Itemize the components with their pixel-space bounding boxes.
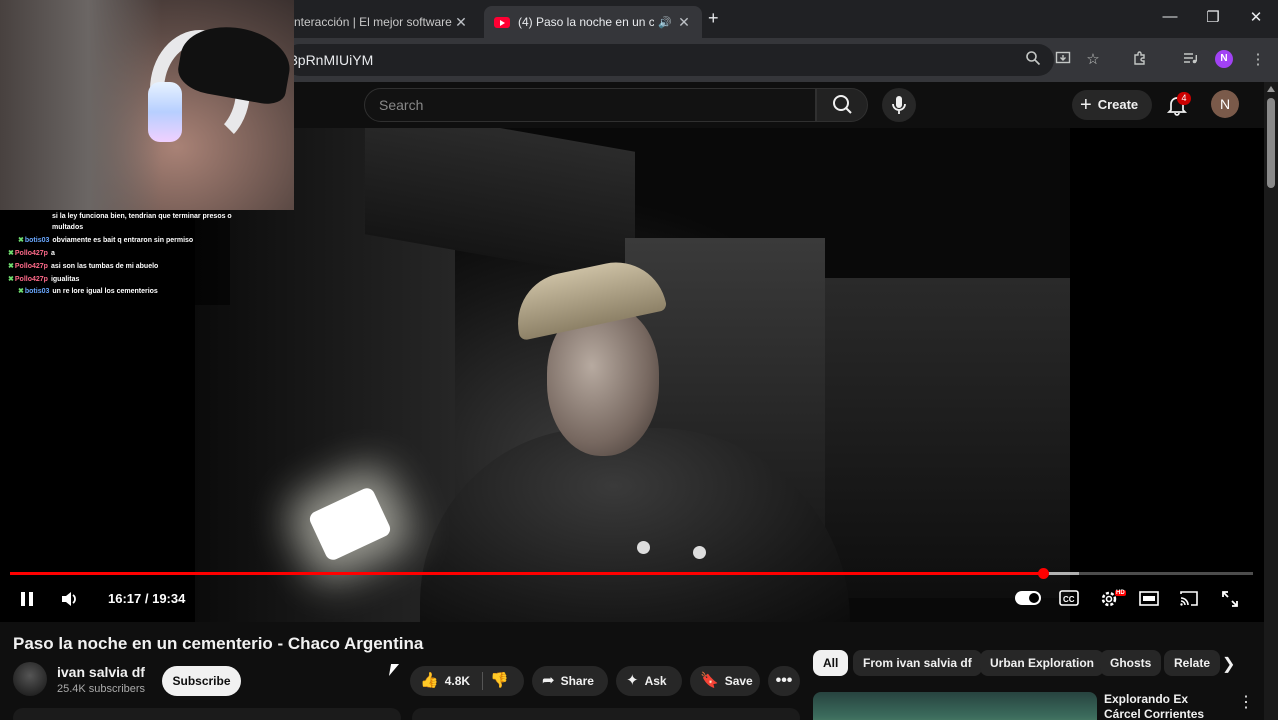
address-bar[interactable]: 3pRnMIUiYM (284, 44, 1054, 76)
extensions-icon[interactable] (1130, 50, 1150, 70)
scroll-up-icon[interactable] (1267, 86, 1275, 92)
more-actions-button[interactable]: ••• (768, 666, 800, 696)
page-scrollbar[interactable] (1264, 82, 1278, 720)
related-filter-chips: All From ivan salvia df Urban Exploratio… (813, 650, 1233, 678)
pause-icon[interactable] (18, 590, 36, 608)
chip-from-channel[interactable]: From ivan salvia df (853, 650, 982, 676)
chat-message: ✖Pollo427p a (8, 250, 55, 257)
bookmark-star-icon[interactable]: ☆ (1083, 50, 1103, 70)
mouse-cursor (388, 664, 400, 676)
chevron-right-icon[interactable]: ❯ (1222, 654, 1235, 674)
share-arrow-icon: ➦ (542, 672, 555, 689)
tab-title: nteracción | El mejor software p (294, 15, 453, 29)
save-button[interactable]: 🔖 Save (690, 666, 760, 696)
search-icon (833, 95, 852, 114)
like-dislike-group: 👍 4.8K 👎 (410, 666, 524, 696)
theater-mode-icon[interactable] (1139, 590, 1159, 608)
restore-icon[interactable]: ❐ (1203, 8, 1223, 26)
chat-message: ✖Pollo427p igualitas (8, 276, 80, 283)
chat-message: ✖botis03 obviamente es bait q entraron si… (18, 237, 194, 244)
close-icon[interactable]: ✕ (1246, 8, 1266, 26)
autoplay-toggle[interactable] (1015, 591, 1041, 605)
recommended-video-title[interactable]: Explorando Ex Cárcel Corrientes Argentin… (1104, 692, 1224, 720)
scrubber-handle[interactable] (1037, 568, 1049, 579)
thumbs-up-icon: 👍 (420, 672, 439, 689)
fullscreen-icon[interactable] (1220, 589, 1240, 609)
close-tab-icon[interactable]: ✕ (676, 14, 692, 31)
search-placeholder: Search (379, 97, 424, 113)
hd-badge: HD (1115, 590, 1126, 596)
install-app-icon[interactable] (1053, 50, 1073, 70)
subscriber-count: 25.4K subscribers (57, 683, 146, 695)
screen: nteracción | El mejor software p ✕ (4) P… (0, 0, 1278, 720)
more-vertical-icon[interactable]: ⋮ (1238, 692, 1254, 712)
browser-menu-icon[interactable]: ⋮ (1248, 50, 1268, 70)
notifications-count-badge: 4 (1177, 92, 1191, 105)
chip-all[interactable]: All (813, 650, 849, 676)
comment-section-card (13, 708, 401, 720)
captions-icon[interactable]: CC (1059, 589, 1079, 607)
thumbs-down-icon: 👎 (490, 672, 509, 689)
chat-message: ✖botis03 un re lore igual los cementerios (18, 288, 158, 295)
speaker-icon[interactable]: 🔊 (658, 16, 672, 29)
bookmark-icon: 🔖 (700, 672, 719, 689)
create-label: Create (1097, 97, 1139, 112)
video-title: Paso la noche en un cementerio - Chaco A… (13, 634, 424, 653)
search-button[interactable] (816, 88, 868, 122)
share-button[interactable]: ➦ Share (532, 666, 608, 696)
ask-button[interactable]: ✦ Ask (616, 666, 682, 696)
dislike-button[interactable]: 👎 (490, 666, 520, 696)
media-controls-icon[interactable] (1180, 50, 1200, 70)
close-tab-icon[interactable]: ✕ (453, 14, 469, 31)
channel-avatar[interactable] (13, 662, 47, 696)
plus-icon: + (1080, 94, 1092, 116)
chat-message: ✖Pollo427p asi son las tumbas de mi abuel… (8, 263, 159, 270)
progress-bar[interactable] (10, 572, 1253, 575)
profile-avatar[interactable]: N (1215, 50, 1233, 68)
more-horizontal-icon: ••• (775, 672, 793, 689)
video-frame (195, 128, 1070, 622)
scrollbar-thumb[interactable] (1267, 98, 1275, 188)
volume-icon[interactable] (60, 589, 80, 609)
microphone-icon (892, 96, 906, 114)
new-tab-button[interactable]: + (708, 8, 719, 29)
sparkle-icon: ✦ (626, 672, 639, 689)
stream-chat-overlay: si la ley funciona bien, tendrian que te… (0, 210, 232, 305)
chip-related[interactable]: Relate (1164, 650, 1221, 676)
chip-ghosts[interactable]: Ghosts (1100, 650, 1162, 676)
zoom-icon[interactable] (1023, 50, 1043, 70)
svg-text:CC: CC (1063, 595, 1075, 604)
played-bar (10, 572, 1043, 575)
description-card (412, 708, 800, 720)
search-input[interactable]: Search (364, 88, 816, 122)
channel-name[interactable]: ivan salvia df (57, 664, 145, 680)
chat-message: multados (52, 224, 84, 231)
like-count: 4.8K (444, 674, 471, 688)
voice-search-button[interactable] (882, 88, 916, 122)
minimize-icon[interactable]: — (1160, 8, 1180, 25)
youtube-favicon-icon (494, 16, 510, 28)
time-display: 16:17 / 19:34 (108, 591, 186, 606)
tab-software[interactable]: nteracción | El mejor software p ✕ (284, 6, 479, 38)
account-avatar[interactable]: N (1211, 90, 1239, 118)
recommended-video-thumbnail[interactable] (813, 692, 1097, 720)
subscribe-button[interactable]: Subscribe (162, 666, 241, 696)
webcam-overlay (0, 0, 294, 210)
url-text: 3pRnMIUiYM (290, 52, 374, 68)
cast-icon[interactable] (1179, 590, 1199, 608)
create-button[interactable]: + Create (1072, 90, 1152, 120)
chat-message: si la ley funciona bien, tendrian que te… (52, 213, 232, 220)
tab-title: (4) Paso la noche en un cem (518, 15, 655, 29)
chip-urban-exploration[interactable]: Urban Exploration (980, 650, 1105, 676)
like-button[interactable]: 👍 4.8K (410, 666, 482, 696)
tab-youtube-video[interactable]: (4) Paso la noche en un cem 🔊 ✕ (484, 6, 702, 38)
